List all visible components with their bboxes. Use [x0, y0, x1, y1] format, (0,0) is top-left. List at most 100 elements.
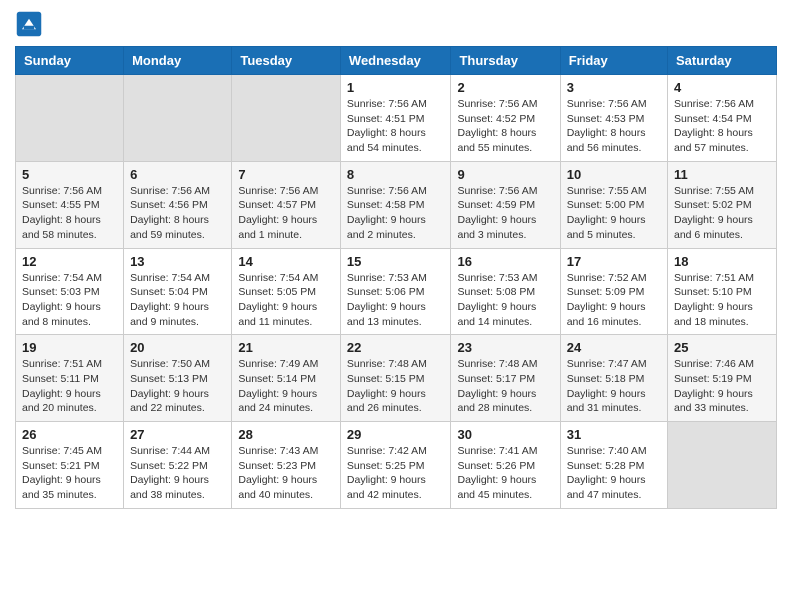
calendar-cell	[124, 75, 232, 162]
day-number: 30	[457, 427, 553, 442]
day-number: 21	[238, 340, 334, 355]
day-info: Sunrise: 7:54 AM Sunset: 5:05 PM Dayligh…	[238, 271, 334, 330]
day-number: 5	[22, 167, 117, 182]
logo-icon	[15, 10, 43, 38]
day-number: 20	[130, 340, 225, 355]
weekday-header-friday: Friday	[560, 47, 667, 75]
day-info: Sunrise: 7:53 AM Sunset: 5:08 PM Dayligh…	[457, 271, 553, 330]
day-number: 13	[130, 254, 225, 269]
day-number: 27	[130, 427, 225, 442]
weekday-header-thursday: Thursday	[451, 47, 560, 75]
day-info: Sunrise: 7:48 AM Sunset: 5:15 PM Dayligh…	[347, 357, 445, 416]
day-number: 7	[238, 167, 334, 182]
calendar-cell: 23 Sunrise: 7:48 AM Sunset: 5:17 PM Dayli…	[451, 335, 560, 422]
calendar-cell: 18Sunrise: 7:51 AM Sunset: 5:10 PM Dayli…	[668, 248, 777, 335]
day-number: 14	[238, 254, 334, 269]
day-info: Sunrise: 7:48 AM Sunset: 5:17 PM Dayligh…	[457, 357, 553, 416]
day-info: Sunrise: 7:56 AM Sunset: 4:55 PM Dayligh…	[22, 184, 117, 243]
calendar-cell: 20 Sunrise: 7:50 AM Sunset: 5:13 PM Dayli…	[124, 335, 232, 422]
day-number: 4	[674, 80, 770, 95]
day-info: Sunrise: 7:54 AM Sunset: 5:03 PM Dayligh…	[22, 271, 117, 330]
day-info: Sunrise: 7:55 AM Sunset: 5:00 PM Dayligh…	[567, 184, 661, 243]
calendar-cell: 9 Sunrise: 7:56 AM Sunset: 4:59 PM Daylig…	[451, 161, 560, 248]
day-number: 12	[22, 254, 117, 269]
day-number: 19	[22, 340, 117, 355]
calendar-cell: 7 Sunrise: 7:56 AM Sunset: 4:57 PM Daylig…	[232, 161, 341, 248]
calendar-cell: 26 Sunrise: 7:45 AM Sunset: 5:21 PM Dayli…	[16, 422, 124, 509]
day-info: Sunrise: 7:55 AM Sunset: 5:02 PM Dayligh…	[674, 184, 770, 243]
calendar-cell	[232, 75, 341, 162]
calendar-cell: 28 Sunrise: 7:43 AM Sunset: 5:23 PM Dayli…	[232, 422, 341, 509]
day-info: Sunrise: 7:49 AM Sunset: 5:14 PM Dayligh…	[238, 357, 334, 416]
day-number: 1	[347, 80, 445, 95]
calendar-cell: 14 Sunrise: 7:54 AM Sunset: 5:05 PM Dayli…	[232, 248, 341, 335]
calendar-cell: 1 Sunrise: 7:56 AM Sunset: 4:51 PM Daylig…	[340, 75, 451, 162]
day-number: 26	[22, 427, 117, 442]
calendar-cell	[668, 422, 777, 509]
calendar-cell: 12 Sunrise: 7:54 AM Sunset: 5:03 PM Dayli…	[16, 248, 124, 335]
day-number: 6	[130, 167, 225, 182]
calendar-cell: 21 Sunrise: 7:49 AM Sunset: 5:14 PM Dayli…	[232, 335, 341, 422]
calendar-cell: 27 Sunrise: 7:44 AM Sunset: 5:22 PM Dayli…	[124, 422, 232, 509]
weekday-header-tuesday: Tuesday	[232, 47, 341, 75]
week-row-3: 12 Sunrise: 7:54 AM Sunset: 5:03 PM Dayli…	[16, 248, 777, 335]
day-info: Sunrise: 7:56 AM Sunset: 4:54 PM Dayligh…	[674, 97, 770, 156]
week-row-5: 26 Sunrise: 7:45 AM Sunset: 5:21 PM Dayli…	[16, 422, 777, 509]
day-number: 15	[347, 254, 445, 269]
day-info: Sunrise: 7:51 AM Sunset: 5:11 PM Dayligh…	[22, 357, 117, 416]
day-number: 22	[347, 340, 445, 355]
day-info: Sunrise: 7:52 AM Sunset: 5:09 PM Dayligh…	[567, 271, 661, 330]
day-number: 29	[347, 427, 445, 442]
day-number: 25	[674, 340, 770, 355]
weekday-header-wednesday: Wednesday	[340, 47, 451, 75]
week-row-4: 19 Sunrise: 7:51 AM Sunset: 5:11 PM Dayli…	[16, 335, 777, 422]
day-info: Sunrise: 7:40 AM Sunset: 5:28 PM Dayligh…	[567, 444, 661, 503]
day-info: Sunrise: 7:45 AM Sunset: 5:21 PM Dayligh…	[22, 444, 117, 503]
day-info: Sunrise: 7:51 AM Sunset: 5:10 PM Dayligh…	[674, 271, 770, 330]
day-info: Sunrise: 7:56 AM Sunset: 4:58 PM Dayligh…	[347, 184, 445, 243]
day-number: 31	[567, 427, 661, 442]
day-info: Sunrise: 7:56 AM Sunset: 4:53 PM Dayligh…	[567, 97, 661, 156]
calendar-cell	[16, 75, 124, 162]
day-number: 9	[457, 167, 553, 182]
day-info: Sunrise: 7:56 AM Sunset: 4:56 PM Dayligh…	[130, 184, 225, 243]
day-number: 23	[457, 340, 553, 355]
week-row-1: 1 Sunrise: 7:56 AM Sunset: 4:51 PM Daylig…	[16, 75, 777, 162]
day-number: 2	[457, 80, 553, 95]
day-number: 10	[567, 167, 661, 182]
day-info: Sunrise: 7:56 AM Sunset: 4:57 PM Dayligh…	[238, 184, 334, 243]
header	[15, 10, 777, 38]
week-row-2: 5 Sunrise: 7:56 AM Sunset: 4:55 PM Daylig…	[16, 161, 777, 248]
day-info: Sunrise: 7:47 AM Sunset: 5:18 PM Dayligh…	[567, 357, 661, 416]
calendar-cell: 29 Sunrise: 7:42 AM Sunset: 5:25 PM Dayli…	[340, 422, 451, 509]
calendar-cell: 13Sunrise: 7:54 AM Sunset: 5:04 PM Dayli…	[124, 248, 232, 335]
calendar-cell: 5 Sunrise: 7:56 AM Sunset: 4:55 PM Daylig…	[16, 161, 124, 248]
calendar-cell: 6 Sunrise: 7:56 AM Sunset: 4:56 PM Daylig…	[124, 161, 232, 248]
calendar-cell: 24 Sunrise: 7:47 AM Sunset: 5:18 PM Dayli…	[560, 335, 667, 422]
day-info: Sunrise: 7:44 AM Sunset: 5:22 PM Dayligh…	[130, 444, 225, 503]
day-info: Sunrise: 7:56 AM Sunset: 4:51 PM Dayligh…	[347, 97, 445, 156]
calendar-cell: 3Sunrise: 7:56 AM Sunset: 4:53 PM Daylig…	[560, 75, 667, 162]
day-number: 24	[567, 340, 661, 355]
day-info: Sunrise: 7:42 AM Sunset: 5:25 PM Dayligh…	[347, 444, 445, 503]
calendar-page: SundayMondayTuesdayWednesdayThursdayFrid…	[0, 0, 792, 524]
day-number: 28	[238, 427, 334, 442]
calendar-cell: 22 Sunrise: 7:48 AM Sunset: 5:15 PM Dayli…	[340, 335, 451, 422]
weekday-header-row: SundayMondayTuesdayWednesdayThursdayFrid…	[16, 47, 777, 75]
calendar-cell: 17 Sunrise: 7:52 AM Sunset: 5:09 PM Dayli…	[560, 248, 667, 335]
calendar-cell: 15Sunrise: 7:53 AM Sunset: 5:06 PM Dayli…	[340, 248, 451, 335]
day-number: 17	[567, 254, 661, 269]
day-info: Sunrise: 7:56 AM Sunset: 4:59 PM Dayligh…	[457, 184, 553, 243]
calendar-cell: 16 Sunrise: 7:53 AM Sunset: 5:08 PM Dayli…	[451, 248, 560, 335]
day-info: Sunrise: 7:50 AM Sunset: 5:13 PM Dayligh…	[130, 357, 225, 416]
day-number: 16	[457, 254, 553, 269]
weekday-header-sunday: Sunday	[16, 47, 124, 75]
calendar-cell: 4 Sunrise: 7:56 AM Sunset: 4:54 PM Daylig…	[668, 75, 777, 162]
calendar-cell: 10 Sunrise: 7:55 AM Sunset: 5:00 PM Dayli…	[560, 161, 667, 248]
day-info: Sunrise: 7:43 AM Sunset: 5:23 PM Dayligh…	[238, 444, 334, 503]
day-info: Sunrise: 7:46 AM Sunset: 5:19 PM Dayligh…	[674, 357, 770, 416]
calendar-cell: 8Sunrise: 7:56 AM Sunset: 4:58 PM Daylig…	[340, 161, 451, 248]
weekday-header-monday: Monday	[124, 47, 232, 75]
calendar-cell: 30 Sunrise: 7:41 AM Sunset: 5:26 PM Dayli…	[451, 422, 560, 509]
day-info: Sunrise: 7:41 AM Sunset: 5:26 PM Dayligh…	[457, 444, 553, 503]
